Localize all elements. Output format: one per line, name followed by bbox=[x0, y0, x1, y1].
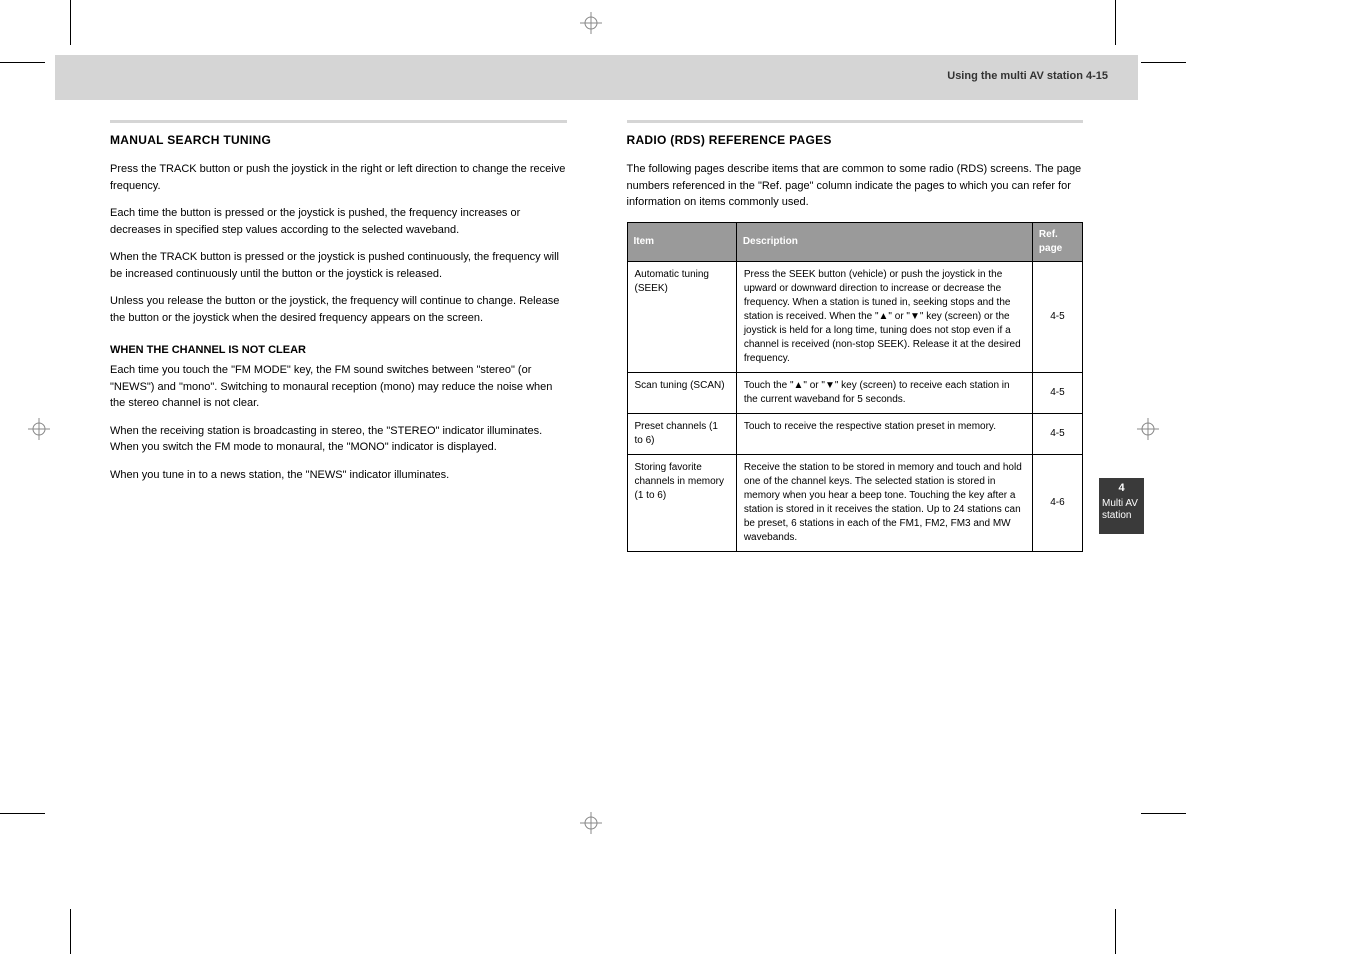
table-cell-desc: Touch to receive the respective station … bbox=[736, 413, 1032, 454]
table-header-row: Item Description Ref. page bbox=[627, 222, 1083, 261]
table-row: Preset channels (1 to 6) Touch to receiv… bbox=[627, 413, 1083, 454]
cropmark bbox=[70, 909, 71, 954]
cropmark bbox=[1115, 0, 1116, 45]
body-text: Each time you touch the "FM MODE" key, t… bbox=[110, 362, 567, 412]
table-cell-desc: Receive the station to be stored in memo… bbox=[736, 454, 1032, 551]
body-text: When the TRACK button is pressed or the … bbox=[110, 249, 567, 282]
cropmark bbox=[0, 813, 45, 814]
table-cell-item: Automatic tuning (SEEK) bbox=[627, 261, 736, 372]
reference-table: Item Description Ref. page Automatic tun… bbox=[627, 222, 1084, 552]
right-column: RADIO (RDS) REFERENCE PAGES The followin… bbox=[627, 120, 1084, 552]
table-cell-desc: Press the SEEK button (vehicle) or push … bbox=[736, 261, 1032, 372]
table-cell-page: 4-5 bbox=[1032, 413, 1082, 454]
body-text: The following pages describe items that … bbox=[627, 161, 1084, 211]
page: { "header": { "running": "Using the mult… bbox=[0, 0, 1351, 954]
section-rule bbox=[627, 120, 1084, 123]
body-text: Press the TRACK button or push the joyst… bbox=[110, 161, 567, 194]
table-row: Scan tuning (SCAN) Touch the "▲" or "▼" … bbox=[627, 372, 1083, 413]
table-row: Automatic tuning (SEEK) Press the SEEK b… bbox=[627, 261, 1083, 372]
cropmark bbox=[1141, 62, 1186, 63]
registration-mark-icon bbox=[580, 812, 602, 834]
table-cell-page: 4-5 bbox=[1032, 261, 1082, 372]
table-header: Description bbox=[736, 222, 1032, 261]
table-cell-page: 4-5 bbox=[1032, 372, 1082, 413]
table-cell-page: 4-6 bbox=[1032, 454, 1082, 551]
header-bar: Using the multi AV station 4-15 bbox=[55, 55, 1138, 100]
running-head: Using the multi AV station 4-15 bbox=[55, 55, 1138, 82]
registration-mark-icon bbox=[580, 12, 602, 34]
cropmark bbox=[70, 0, 71, 45]
cropmark bbox=[0, 62, 45, 63]
content-columns: MANUAL SEARCH TUNING Press the TRACK but… bbox=[110, 120, 1083, 552]
body-text: Each time the button is pressed or the j… bbox=[110, 205, 567, 238]
table-row: Storing favorite channels in memory (1 t… bbox=[627, 454, 1083, 551]
table-cell-item: Storing favorite channels in memory (1 t… bbox=[627, 454, 736, 551]
table-cell-desc: Touch the "▲" or "▼" key (screen) to rec… bbox=[736, 372, 1032, 413]
chapter-label: Multi AV station bbox=[1102, 498, 1138, 522]
body-text: Unless you release the button or the joy… bbox=[110, 293, 567, 326]
registration-mark-icon bbox=[1137, 418, 1159, 440]
subsection-title: WHEN THE CHANNEL IS NOT CLEAR bbox=[110, 344, 567, 356]
table-cell-item: Scan tuning (SCAN) bbox=[627, 372, 736, 413]
cropmark bbox=[1115, 909, 1116, 954]
table-cell-item: Preset channels (1 to 6) bbox=[627, 413, 736, 454]
chapter-tab: 4 Multi AV station bbox=[1099, 478, 1144, 534]
table-header: Ref. page bbox=[1032, 222, 1082, 261]
left-column: MANUAL SEARCH TUNING Press the TRACK but… bbox=[110, 120, 567, 552]
section-rule bbox=[110, 120, 567, 123]
registration-mark-icon bbox=[28, 418, 50, 440]
body-text: When the receiving station is broadcasti… bbox=[110, 423, 567, 456]
body-text: When you tune in to a news station, the … bbox=[110, 467, 567, 484]
section-title: MANUAL SEARCH TUNING bbox=[110, 133, 567, 147]
cropmark bbox=[1141, 813, 1186, 814]
chapter-number: 4 bbox=[1102, 482, 1141, 496]
table-header: Item bbox=[627, 222, 736, 261]
section-title: RADIO (RDS) REFERENCE PAGES bbox=[627, 133, 1084, 147]
